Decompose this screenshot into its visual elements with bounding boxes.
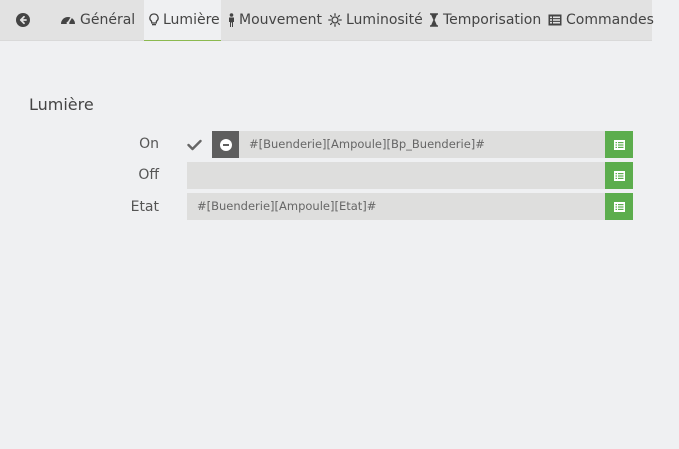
list-alt-icon <box>613 170 625 181</box>
minus-circle-icon <box>219 138 232 151</box>
off-command-field[interactable] <box>187 162 605 189</box>
off-label: Off <box>138 167 159 183</box>
tab-general[interactable]: Général <box>60 0 135 40</box>
tab-luminosite[interactable]: Luminosité <box>328 0 423 40</box>
male-icon <box>229 12 234 27</box>
on-command-field[interactable]: #[Buenderie][Ampoule][Bp_Buenderie]# <box>239 131 605 158</box>
on-checkbox[interactable] <box>186 137 202 153</box>
list-alt-icon <box>613 201 625 212</box>
lightbulb-icon <box>149 13 159 26</box>
tab-commandes-label: Commandes <box>566 12 654 28</box>
back-button[interactable] <box>8 0 38 40</box>
tab-bar: Général Lumière Mouvement Luminosité Tem… <box>0 0 654 41</box>
etat-label: Etat <box>130 199 159 215</box>
tab-general-label: Général <box>80 12 136 28</box>
remove-button[interactable] <box>212 131 239 158</box>
tab-temporisation-label: Temporisation <box>443 12 542 28</box>
section-title: Lumière <box>29 95 94 114</box>
tab-luminosite-label: Luminosité <box>346 12 423 28</box>
sun-icon <box>328 13 342 27</box>
list-alt-icon <box>613 139 625 150</box>
hourglass-icon <box>430 13 438 27</box>
check-icon <box>186 139 202 151</box>
tab-lumiere-label: Lumière <box>163 12 220 28</box>
etat-command-field[interactable]: #[Buenderie][Ampoule][Etat]# <box>187 193 605 220</box>
off-select-command-button[interactable] <box>605 162 633 189</box>
tab-commandes[interactable]: Commandes <box>548 0 654 40</box>
on-label: On <box>139 136 159 152</box>
list-alt-icon <box>548 14 562 26</box>
on-select-command-button[interactable] <box>605 131 633 158</box>
arrow-circle-left-icon <box>16 13 30 27</box>
tab-temporisation[interactable]: Temporisation <box>429 0 541 40</box>
etat-select-command-button[interactable] <box>605 193 633 220</box>
tab-mouvement-label: Mouvement <box>239 12 323 28</box>
tab-lumiere[interactable]: Lumière <box>144 0 221 41</box>
tab-mouvement[interactable]: Mouvement <box>228 0 322 40</box>
tachometer-icon <box>61 17 75 25</box>
